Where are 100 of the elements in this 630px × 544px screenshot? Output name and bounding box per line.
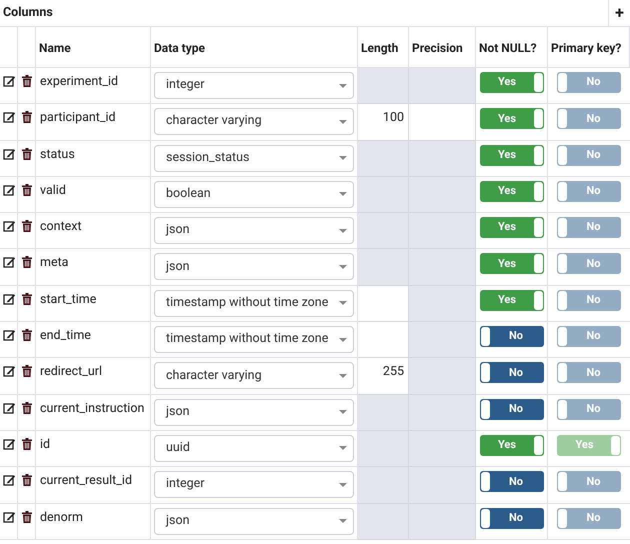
column-name: participant_id <box>40 110 116 126</box>
trash-icon[interactable] <box>22 474 32 486</box>
toggle-knob <box>534 109 542 128</box>
toggle-knob <box>480 400 490 419</box>
column-header: Length <box>358 27 409 67</box>
toggle-switch[interactable]: Yes <box>480 108 544 130</box>
toggle-knob <box>558 109 567 128</box>
toggle-knob <box>480 472 490 492</box>
caret-icon <box>339 84 347 88</box>
trash-icon[interactable] <box>22 148 32 160</box>
column-header: Data type <box>151 27 358 67</box>
toggle-switch[interactable]: Yes <box>480 72 544 93</box>
caret-icon <box>339 156 347 160</box>
data-type-select[interactable]: json <box>154 398 354 426</box>
toggle-switch[interactable]: Yes <box>480 290 544 311</box>
column-name: end_time <box>40 328 91 344</box>
toggle-knob <box>558 363 567 382</box>
toggle-knob <box>558 472 567 492</box>
toggle-knob <box>534 146 542 165</box>
toggle-knob <box>480 508 490 528</box>
trash-icon[interactable] <box>22 438 32 450</box>
edit-icon[interactable] <box>2 510 14 523</box>
toggle-knob <box>534 218 542 238</box>
toggle-switch[interactable]: No <box>480 362 544 384</box>
edit-icon[interactable] <box>2 111 14 124</box>
toggle-knob <box>558 327 567 346</box>
column-name: current_instruction <box>40 400 144 416</box>
toggle-switch[interactable]: Yes <box>480 217 544 238</box>
caret-icon <box>339 301 347 306</box>
length-cell[interactable]: 100 <box>358 104 409 141</box>
data-type-select[interactable]: integer <box>154 72 354 99</box>
data-type-select[interactable]: uuid <box>154 434 354 462</box>
toggle-switch[interactable]: Yes <box>480 253 544 274</box>
toggle-knob <box>534 182 542 201</box>
trash-icon[interactable] <box>22 365 32 378</box>
column-name: experiment_id <box>40 74 118 89</box>
toggle-switch[interactable]: Yes <box>480 144 544 166</box>
data-type-select[interactable]: boolean <box>154 180 354 208</box>
data-type-select[interactable]: json <box>154 217 354 244</box>
column-header: Not NULL? <box>476 27 548 67</box>
toggle-knob <box>558 146 567 165</box>
data-type-select[interactable]: session_status <box>154 144 354 172</box>
column-name: start_time <box>40 292 96 307</box>
data-type-select[interactable]: character varying <box>154 362 354 390</box>
edit-icon[interactable] <box>2 220 14 232</box>
data-type-select[interactable]: json <box>154 253 354 280</box>
data-type-select[interactable]: timestamp without time zone <box>154 290 354 317</box>
length-cell[interactable] <box>358 322 409 358</box>
trash-icon[interactable] <box>22 220 32 232</box>
toggle-switch[interactable]: No <box>480 508 544 529</box>
data-type-select[interactable]: integer <box>154 471 354 498</box>
toggle-knob <box>534 254 542 274</box>
trash-icon[interactable] <box>22 402 32 414</box>
toggle-knob <box>534 73 542 92</box>
toggle-switch[interactable]: No <box>480 326 544 348</box>
toggle-knob <box>534 290 542 310</box>
edit-icon[interactable] <box>2 438 14 450</box>
edit-icon[interactable] <box>2 148 14 160</box>
data-type-select[interactable]: character varying <box>154 108 354 136</box>
caret-icon <box>339 120 347 124</box>
trash-icon[interactable] <box>22 292 32 305</box>
edit-icon[interactable] <box>2 365 14 378</box>
toggle-knob <box>480 363 490 382</box>
data-type-select[interactable]: timestamp without time zone <box>154 326 354 354</box>
caret-icon <box>339 519 347 524</box>
column-name: valid <box>40 182 66 198</box>
caret-icon <box>339 338 347 342</box>
column-header: Primary key? <box>548 27 630 67</box>
column-name: denorm <box>40 510 83 525</box>
toggle-switch[interactable]: Yes <box>480 434 544 456</box>
edit-icon[interactable] <box>2 402 14 414</box>
toggle-knob <box>611 436 620 455</box>
toggle-switch[interactable]: Yes <box>480 180 544 202</box>
trash-icon[interactable] <box>22 256 32 268</box>
edit-icon[interactable] <box>2 329 14 342</box>
caret-icon <box>339 482 347 487</box>
column-name: redirect_url <box>40 364 102 380</box>
length-cell[interactable]: 255 <box>358 358 409 395</box>
trash-icon[interactable] <box>22 111 32 124</box>
trash-icon[interactable] <box>22 510 32 523</box>
edit-icon[interactable] <box>2 184 14 196</box>
edit-icon[interactable] <box>2 75 14 87</box>
data-type-select[interactable]: json <box>154 508 354 535</box>
edit-icon[interactable] <box>2 474 14 486</box>
panel-title: Columns <box>2 4 54 22</box>
precision-cell[interactable] <box>409 104 476 141</box>
caret-icon <box>339 192 347 196</box>
toggle-switch[interactable]: No <box>480 471 544 492</box>
length-cell[interactable] <box>358 286 409 322</box>
toggle-switch[interactable]: No <box>480 398 544 420</box>
toggle-knob <box>558 218 567 238</box>
column-name: status <box>40 146 75 162</box>
trash-icon[interactable] <box>22 184 32 196</box>
column-name: id <box>40 436 50 452</box>
trash-icon[interactable] <box>22 329 32 342</box>
edit-icon[interactable] <box>2 256 14 268</box>
column-header: Name <box>36 27 151 67</box>
edit-icon[interactable] <box>2 292 14 305</box>
trash-icon[interactable] <box>22 75 32 87</box>
add-button[interactable]: + <box>608 0 630 26</box>
